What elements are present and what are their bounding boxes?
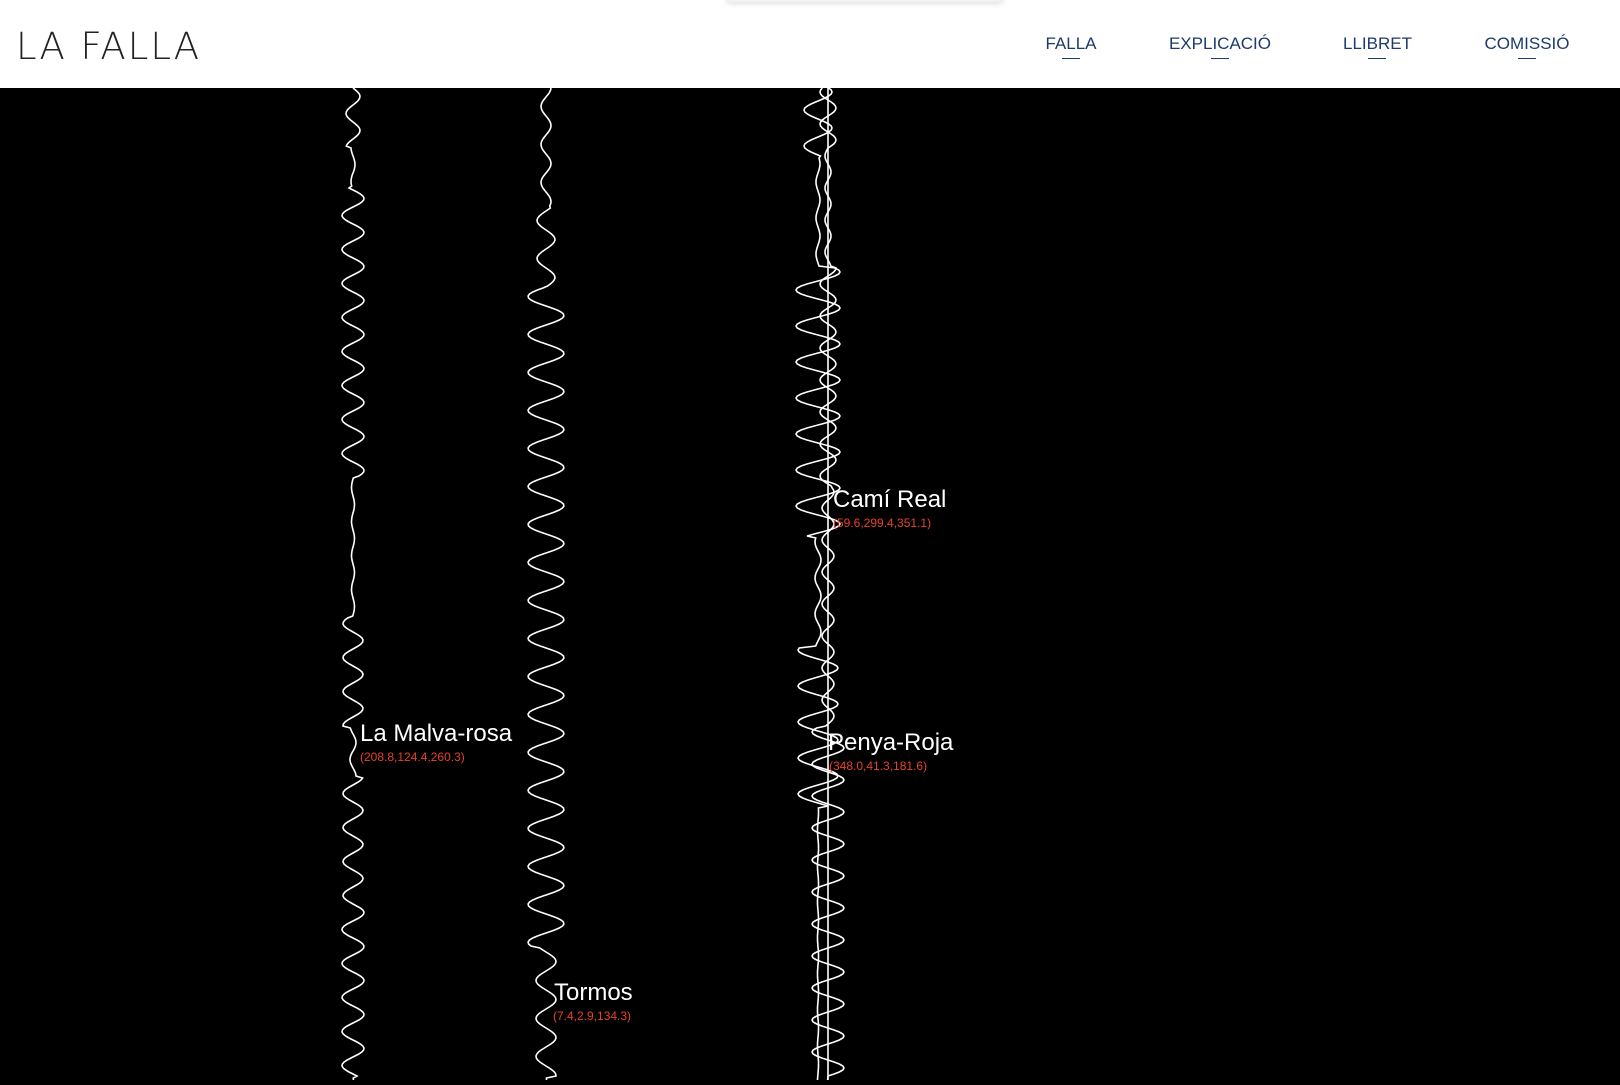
visualization-canvas[interactable]: Camí Real (59.6,299.4,351.1) La Malva-ro…	[0, 87, 1620, 1081]
nav-item-llibret[interactable]: LLIBRET	[1343, 34, 1412, 64]
nav-underline	[1062, 58, 1080, 59]
nav-item-explicacio[interactable]: EXPLICACIÓ	[1168, 34, 1272, 64]
waveform-line-tormos	[527, 87, 565, 1081]
nav-label-comissio: COMISSIÓ	[1484, 34, 1570, 53]
place-coords-tormos: (7.4,2.9,134.3)	[553, 1009, 632, 1023]
waveform-line-malva-rosa	[341, 87, 365, 1081]
top-header: LA FALLA FALLA EXPLICACIÓ LLIBRET COMISS…	[0, 0, 1620, 88]
nav-underline	[1211, 58, 1229, 59]
site-logo[interactable]: LA FALLA	[16, 25, 201, 69]
waveform-lines	[341, 87, 845, 1081]
nav-label-llibret: LLIBRET	[1343, 34, 1412, 53]
nav-underline	[1368, 58, 1386, 59]
place-coords-cami-real: (59.6,299.4,351.1)	[833, 516, 932, 530]
place-coords-penya-roja: (348.0,41.3,181.6)	[829, 759, 928, 773]
top-handle[interactable]	[725, 0, 1005, 2]
nav-label-falla: FALLA	[1045, 34, 1097, 53]
place-label-malva-rosa[interactable]: La Malva-rosa	[360, 721, 512, 747]
nav-underline	[1518, 58, 1536, 59]
place-label-cami-real[interactable]: Camí Real	[833, 487, 946, 513]
place-label-tormos[interactable]: Tormos	[554, 980, 633, 1006]
nav-label-explicacio: EXPLICACIÓ	[1168, 34, 1272, 53]
nav-item-falla[interactable]: FALLA	[1045, 34, 1097, 64]
place-coords-malva-rosa: (208.8,124.4,260.3)	[360, 750, 465, 764]
nav-item-comissio[interactable]: COMISSIÓ	[1481, 34, 1573, 64]
place-label-penya-roja[interactable]: Penya-Roja	[828, 730, 953, 756]
waveform-line-cami-real	[795, 87, 841, 1081]
